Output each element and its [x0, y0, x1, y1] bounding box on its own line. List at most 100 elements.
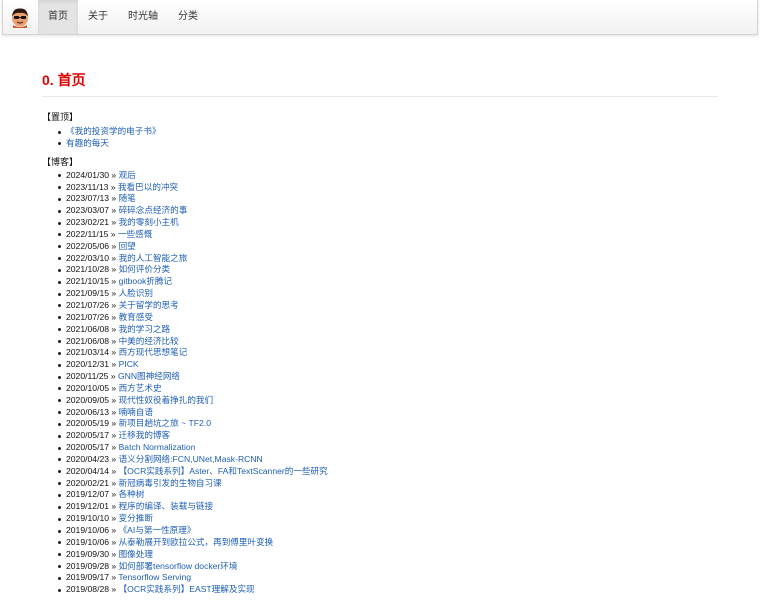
- blog-post-item: 2019/10/06 » 《AI与第一性原理》: [58, 525, 718, 537]
- post-date: 2022/03/10: [66, 252, 110, 263]
- post-date: 2019/10/06: [66, 525, 110, 535]
- post-link[interactable]: 喃喃自语: [119, 407, 153, 417]
- post-link[interactable]: 一些感慨: [118, 229, 152, 239]
- post-date: 2019/08/28: [66, 584, 110, 595]
- post-date: 2020/10/05: [66, 382, 110, 393]
- post-link[interactable]: 【OCR实践系列】EAST理解及实现: [119, 584, 255, 594]
- post-link[interactable]: 回望: [119, 241, 136, 251]
- blog-post-item: 2019/10/06 » 从泰勒展开到欧拉公式，再到傅里叶变换: [58, 536, 718, 549]
- post-link[interactable]: 我看巴以的冲突: [118, 182, 178, 192]
- nav-home[interactable]: 首页: [38, 0, 78, 34]
- post-link[interactable]: 西方艺术史: [119, 383, 162, 393]
- separator: »: [111, 288, 117, 299]
- post-link[interactable]: Tensorflow Serving: [118, 572, 191, 582]
- post-link[interactable]: 现代性奴役着挣扎的我们: [119, 395, 214, 405]
- nav-timeline[interactable]: 时光轴: [118, 0, 168, 34]
- separator: »: [111, 501, 117, 512]
- separator: »: [111, 406, 117, 417]
- post-link[interactable]: 我的学习之路: [119, 324, 171, 334]
- blog-post-item: 2022/03/10 » 我的人工智能之旅: [58, 252, 718, 265]
- post-link[interactable]: 碎碎念点经济的事: [119, 205, 188, 215]
- post-date: 2020/02/21: [66, 477, 110, 488]
- page-title: 0. 首页: [42, 60, 718, 97]
- post-link[interactable]: 《AI与第一性原理》: [119, 525, 196, 535]
- separator: »: [111, 323, 117, 334]
- separator: »: [110, 228, 116, 239]
- post-date: 2021/07/26: [66, 311, 110, 322]
- blog-post-item: 2022/11/15 » 一些感慨: [58, 228, 718, 241]
- blog-post-item: 2020/05/17 » 迁移我的博客: [58, 430, 718, 442]
- blog-post-item: 2020/10/05 » 西方艺术史: [58, 382, 718, 395]
- list-item: 《我的投资学的电子书》: [58, 126, 718, 138]
- post-link[interactable]: 我的零刻小主机: [119, 217, 179, 227]
- separator: »: [111, 193, 117, 204]
- post-link[interactable]: 如何部署tensorflow docker环境: [119, 561, 238, 571]
- separator: »: [111, 382, 117, 393]
- post-link[interactable]: 各种树: [119, 489, 145, 499]
- post-date: 2020/06/13: [66, 406, 110, 417]
- blog-post-item: 2020/02/21 » 新冠病毒引发的生物自习课: [58, 477, 718, 490]
- post-date: 2023/02/21: [66, 217, 110, 228]
- blog-post-item: 2019/12/07 » 各种树: [58, 489, 718, 501]
- blog-post-list: 2024/01/30 » 观后 2023/11/13 » 我看巴以的冲突 2023/…: [42, 170, 718, 596]
- post-link[interactable]: 教育感受: [119, 312, 153, 322]
- separator: »: [111, 525, 117, 535]
- post-date: 2019/10/06: [66, 536, 110, 547]
- post-link[interactable]: 图像处理: [119, 549, 153, 559]
- post-date: 2020/04/14: [66, 465, 110, 476]
- post-link[interactable]: 新冠病毒引发的生物自习课: [119, 478, 222, 488]
- post-link[interactable]: 随笔: [119, 193, 136, 203]
- main-content: 0. 首页 【置顶】 《我的投资学的电子书》 有趣的每天 【博客】 2024/0…: [42, 60, 718, 596]
- separator: »: [111, 430, 117, 441]
- blog-post-item: 2022/05/06 » 回望: [58, 240, 718, 253]
- top-navbar: 首页 关于 时光轴 分类: [2, 0, 758, 35]
- separator: »: [111, 453, 117, 464]
- post-link[interactable]: 迁移我的博客: [119, 430, 171, 440]
- pinned-link[interactable]: 有趣的每天: [66, 138, 109, 148]
- blog-post-item: 2021/07/26 » 教育感受: [58, 311, 718, 324]
- post-link[interactable]: 程序的编译、装载与链接: [119, 501, 214, 511]
- separator: »: [111, 169, 117, 180]
- pinned-list: 《我的投资学的电子书》 有趣的每天: [42, 126, 718, 150]
- post-link[interactable]: 从泰勒展开到欧拉公式，再到傅里叶变换: [119, 537, 274, 547]
- post-link[interactable]: 中美的经济比较: [119, 336, 179, 346]
- blog-post-item: 2021/10/28 » 如何评价分类: [58, 264, 718, 276]
- post-link[interactable]: 如何评价分类: [119, 264, 171, 274]
- blog-post-item: 2020/06/13 » 喃喃自语: [58, 406, 718, 419]
- post-link[interactable]: 西方现代思想笔记: [119, 347, 188, 357]
- separator: »: [111, 442, 117, 453]
- separator: »: [111, 489, 117, 500]
- pinned-link[interactable]: 《我的投资学的电子书》: [66, 126, 161, 136]
- post-link[interactable]: 【OCR实践系列】Aster、FA和TextScanner的一些研究: [119, 466, 328, 476]
- post-date: 2020/05/17: [66, 442, 110, 453]
- blog-post-item: 2023/07/13 » 随笔: [58, 193, 718, 205]
- post-date: 2020/05/19: [66, 418, 110, 429]
- post-link[interactable]: 关于留学的思考: [119, 300, 179, 310]
- post-link[interactable]: 语义分割网络:FCN,UNet,Mask-RCNN: [119, 454, 263, 464]
- post-link[interactable]: gitbook折腾记: [119, 276, 173, 286]
- post-link[interactable]: 我的人工智能之旅: [119, 253, 188, 263]
- blog-post-item: 2020/09/05 » 现代性奴役着挣扎的我们: [58, 395, 718, 407]
- nav-about[interactable]: 关于: [78, 0, 118, 34]
- post-date: 2019/09/28: [66, 560, 110, 571]
- blog-post-item: 2023/02/21 » 我的零刻小主机: [58, 217, 718, 229]
- post-date: 2022/05/06: [66, 240, 110, 251]
- post-link[interactable]: 变分推断: [119, 513, 153, 523]
- blog-post-item: 2021/09/15 » 人脸识别: [58, 288, 718, 300]
- post-link[interactable]: 人脸识别: [119, 288, 153, 298]
- separator: »: [110, 371, 116, 382]
- separator: »: [111, 264, 117, 275]
- separator: »: [111, 252, 117, 263]
- post-link[interactable]: GNN图神经网络: [118, 371, 180, 381]
- post-link[interactable]: PICK: [119, 359, 139, 369]
- nav-categories[interactable]: 分类: [168, 0, 208, 34]
- post-date: 2019/09/17: [66, 572, 110, 583]
- avatar-icon[interactable]: [9, 6, 31, 28]
- separator: »: [111, 477, 117, 488]
- post-link[interactable]: Batch Normalization: [119, 442, 196, 452]
- post-date: 2021/03/14: [66, 347, 110, 358]
- post-date: 2019/12/01: [66, 501, 110, 512]
- post-link[interactable]: 新项目趟坑之旅 ~ TF2.0: [119, 418, 211, 428]
- post-link[interactable]: 观后: [119, 170, 136, 180]
- blog-post-item: 2019/09/28 » 如何部署tensorflow docker环境: [58, 560, 718, 573]
